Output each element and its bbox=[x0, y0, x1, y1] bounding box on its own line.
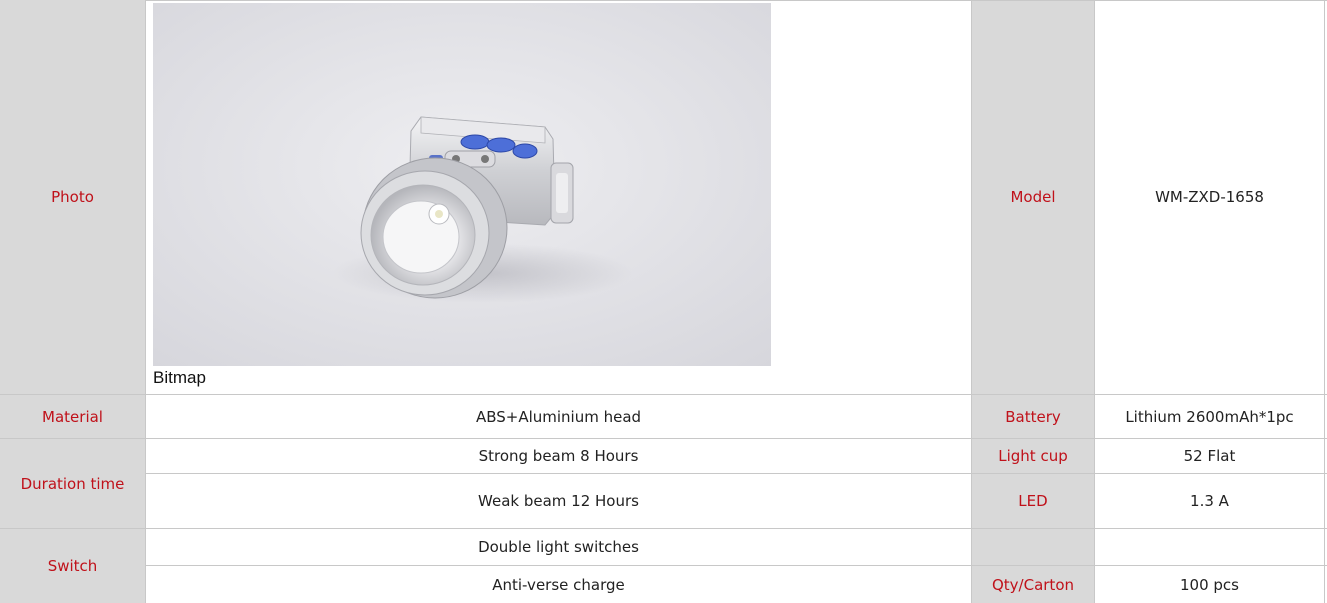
battery-value: Lithium 2600mAh*1pc bbox=[1095, 395, 1324, 438]
strong-beam-text: Strong beam 8 Hours bbox=[478, 447, 639, 465]
battery-value-text: Lithium 2600mAh*1pc bbox=[1125, 407, 1294, 426]
duration-label-text: Duration time bbox=[20, 474, 125, 493]
switch-value-2-text: Anti-verse charge bbox=[492, 575, 625, 594]
switch-value-2: Anti-verse charge bbox=[146, 566, 971, 603]
row-divider bbox=[0, 528, 1327, 529]
col-divider bbox=[145, 0, 146, 603]
col-divider bbox=[1094, 0, 1095, 603]
model-label-text: Model bbox=[1010, 188, 1056, 206]
headlamp-product-photo bbox=[153, 3, 771, 366]
photo-label-text: Photo bbox=[51, 188, 94, 206]
battery-label-text: Battery bbox=[1005, 407, 1061, 426]
duration-label: Duration time bbox=[0, 439, 145, 528]
battery-label: Battery bbox=[972, 395, 1094, 438]
led-value-text: 1.3 A bbox=[1190, 492, 1229, 510]
row-divider bbox=[0, 438, 1327, 439]
qty-value-text: 100 pcs bbox=[1180, 575, 1239, 594]
qty-value: 100 pcs bbox=[1095, 566, 1324, 603]
switch-value-1: Double light switches bbox=[146, 529, 971, 565]
material-label-text: Material bbox=[42, 407, 103, 426]
qty-label: Qty/Carton bbox=[972, 566, 1094, 603]
strong-beam-value: Strong beam 8 Hours bbox=[146, 439, 971, 473]
switch-value-1-text: Double light switches bbox=[478, 538, 639, 556]
material-label: Material bbox=[0, 395, 145, 438]
weak-beam-text: Weak beam 12 Hours bbox=[478, 492, 639, 510]
col-divider bbox=[1324, 0, 1325, 603]
switch-label: Switch bbox=[0, 529, 145, 603]
photo-label: Photo bbox=[0, 0, 145, 394]
lightcup-label-text: Light cup bbox=[998, 447, 1068, 465]
model-value-text: WM-ZXD-1658 bbox=[1155, 188, 1264, 206]
qty-label-text: Qty/Carton bbox=[991, 575, 1075, 594]
weak-beam-value: Weak beam 12 Hours bbox=[146, 474, 971, 528]
led-value: 1.3 A bbox=[1095, 474, 1324, 528]
lightcup-value: 52 Flat bbox=[1095, 439, 1324, 473]
switch-label-text: Switch bbox=[47, 557, 98, 575]
model-label: Model bbox=[972, 0, 1094, 394]
empty-label bbox=[972, 529, 1094, 565]
led-label-text: LED bbox=[1018, 492, 1048, 510]
row-divider bbox=[146, 565, 1327, 566]
product-photo bbox=[153, 3, 771, 366]
image-caption: Bitmap bbox=[153, 368, 206, 387]
lightcup-value-text: 52 Flat bbox=[1183, 447, 1236, 465]
led-label: LED bbox=[972, 474, 1094, 528]
model-value: WM-ZXD-1658 bbox=[1095, 0, 1324, 394]
table-border-top bbox=[145, 0, 1327, 1]
row-divider bbox=[0, 394, 1327, 395]
row-divider bbox=[146, 473, 1327, 474]
material-value: ABS+Aluminium head bbox=[146, 395, 971, 438]
lightcup-label: Light cup bbox=[972, 439, 1094, 473]
material-value-text: ABS+Aluminium head bbox=[475, 407, 642, 426]
col-divider bbox=[971, 0, 972, 603]
